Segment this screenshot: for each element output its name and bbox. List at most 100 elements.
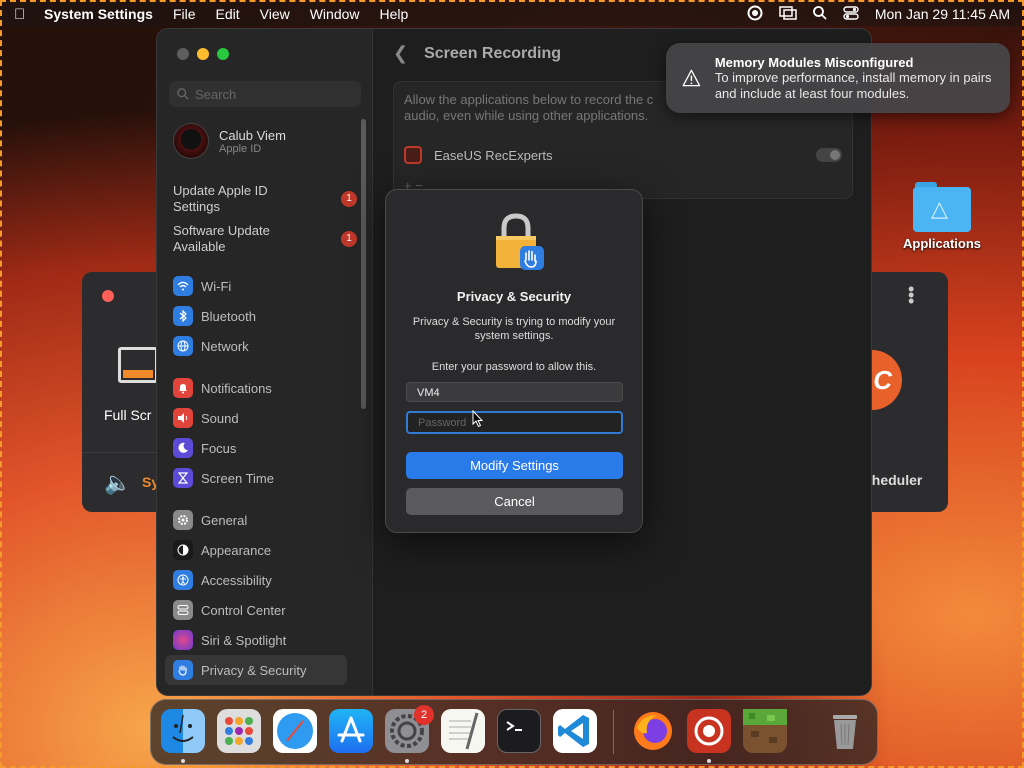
applications-folder[interactable]: △ Applications	[902, 182, 982, 251]
notification-badge: 1	[341, 231, 357, 247]
folder-icon: △	[913, 182, 971, 232]
back-chevron-icon[interactable]: ❮	[393, 43, 408, 64]
modify-settings-button[interactable]: Modify Settings	[406, 452, 623, 479]
close-button[interactable]	[177, 48, 189, 60]
terminal-icon[interactable]	[497, 709, 541, 753]
content-header: ❮ Screen Recording	[393, 43, 561, 64]
sidebar-item-notifications[interactable]: Notifications	[157, 373, 373, 403]
profile-subtitle: Apple ID	[219, 142, 262, 155]
sidebar-search-input[interactable]: Search	[169, 81, 361, 107]
sidebar-item-sound[interactable]: Sound	[157, 403, 373, 433]
sidebar-item-appearance[interactable]: Appearance	[157, 535, 373, 565]
minecraft-icon[interactable]	[743, 709, 787, 753]
menu-file[interactable]: File	[173, 6, 196, 22]
sidebar-item-general[interactable]: General	[157, 505, 373, 535]
launchpad-icon[interactable]	[217, 709, 261, 753]
text-cursor-icon	[472, 410, 484, 428]
sidebar-item-label: Privacy & Security	[201, 662, 307, 678]
menu-clock[interactable]: Mon Jan 29 11:45 AM	[875, 6, 1010, 22]
notification-body: To improve performance, install memory i…	[714, 69, 992, 101]
dialog-message: Privacy & Security is trying to modify y…	[412, 316, 616, 342]
lock-icon	[496, 213, 544, 270]
settings-sidebar: Search Calub Viem Apple ID Update Apple …	[157, 29, 373, 695]
finder-icon[interactable]	[161, 709, 205, 753]
auth-dialog: Privacy & Security Privacy & Security is…	[385, 189, 643, 533]
vscode-icon[interactable]	[553, 709, 597, 753]
sidebar-scrollbar[interactable]	[361, 119, 366, 409]
applications-folder-label: Applications	[902, 236, 981, 251]
menu-bar:  System Settings File Edit View Window …	[2, 2, 1022, 26]
easeus-recexperts-icon[interactable]	[687, 709, 731, 753]
background-recorder-window-right: • • • C cheduler	[862, 272, 948, 512]
sidebar-item-focus[interactable]: Focus	[157, 433, 373, 463]
control-center-icon[interactable]	[843, 5, 859, 23]
running-indicator	[181, 759, 185, 763]
search-icon	[177, 88, 189, 100]
memory-notification[interactable]: Memory Modules Misconfigured To improve …	[666, 43, 1010, 113]
cancel-button[interactable]: Cancel	[406, 488, 623, 515]
permission-description: Allow the applications below to record t…	[404, 92, 654, 123]
safari-icon[interactable]	[273, 709, 317, 753]
sidebar-item-siri-spotlight[interactable]: Siri & Spotlight	[157, 625, 373, 655]
sidebar-item-screen-time[interactable]: Screen Time	[157, 463, 373, 493]
running-indicator	[707, 759, 711, 763]
easeus-app-icon	[404, 146, 422, 164]
search-placeholder: Search	[195, 86, 237, 102]
app-store-icon[interactable]	[329, 709, 373, 753]
moon-icon	[173, 438, 193, 458]
sidebar-item-update-apple-id[interactable]: Update Apple ID Settings 1	[157, 179, 373, 219]
more-options-icon[interactable]: • • •	[908, 280, 914, 310]
sidebar-item-label: Notifications	[201, 380, 272, 396]
firefox-icon[interactable]	[631, 709, 675, 753]
sidebar-item-label: Accessibility	[201, 572, 272, 588]
siri-icon	[173, 630, 193, 650]
sidebar-item-accessibility[interactable]: Accessibility	[157, 565, 373, 595]
sidebar-item-label: General	[201, 512, 248, 528]
appearance-icon	[173, 540, 193, 560]
sidebar-item-label: Siri & Spotlight	[201, 632, 287, 648]
sidebar-item-label: Sound	[201, 410, 239, 426]
permission-app-name: EaseUS RecExperts	[434, 147, 553, 163]
full-screen-mode-icon[interactable]	[118, 347, 158, 383]
dialog-prompt: Enter your password to allow this.	[431, 361, 597, 373]
hand-icon	[173, 660, 193, 680]
sidebar-item-wifi[interactable]: Wi-Fi	[157, 271, 373, 301]
speaker-icon[interactable]: 🔈	[104, 470, 131, 496]
window-switcher-icon[interactable]	[779, 5, 797, 23]
password-field[interactable]: Password	[406, 411, 623, 434]
menu-app-name[interactable]: System Settings	[44, 6, 153, 22]
profile-name: Calub Viem	[219, 127, 286, 143]
notification-title: Memory Modules Misconfigured	[714, 54, 914, 70]
spotlight-search-icon[interactable]	[812, 5, 827, 23]
menu-view[interactable]: View	[260, 6, 290, 22]
textedit-icon[interactable]	[441, 709, 485, 753]
zoom-button[interactable]	[217, 48, 229, 60]
apple-id-profile[interactable]: Calub Viem Apple ID	[173, 123, 286, 159]
window-controls	[177, 48, 229, 60]
minimize-button[interactable]	[197, 48, 209, 60]
sidebar-item-software-update[interactable]: Software Update Available 1	[157, 219, 373, 259]
sidebar-item-network[interactable]: Network	[157, 331, 373, 361]
permission-toggle[interactable]	[816, 148, 842, 162]
settings-badge: 2	[414, 705, 434, 725]
sidebar-item-label: Update Apple ID Settings	[173, 183, 268, 214]
scheduler-label[interactable]: cheduler	[864, 472, 922, 488]
trash-icon[interactable]	[823, 709, 867, 753]
sidebar-item-privacy-security[interactable]: Privacy & Security	[165, 655, 347, 685]
window-close-button[interactable]	[102, 290, 114, 302]
bluetooth-icon	[173, 306, 193, 326]
hourglass-icon	[173, 468, 193, 488]
globe-icon	[173, 336, 193, 356]
sidebar-item-bluetooth[interactable]: Bluetooth	[157, 301, 373, 331]
username-field[interactable]: VM4	[406, 382, 623, 402]
apple-menu-icon[interactable]: 	[14, 6, 44, 23]
screen-record-status-icon[interactable]	[747, 5, 763, 24]
sidebar-item-label: Focus	[201, 440, 237, 456]
avatar	[173, 123, 209, 159]
bell-icon	[173, 378, 193, 398]
menu-window[interactable]: Window	[310, 6, 360, 22]
dock: 2	[150, 699, 878, 765]
menu-edit[interactable]: Edit	[216, 6, 240, 22]
sidebar-item-control-center[interactable]: Control Center	[157, 595, 373, 625]
menu-help[interactable]: Help	[380, 6, 409, 22]
